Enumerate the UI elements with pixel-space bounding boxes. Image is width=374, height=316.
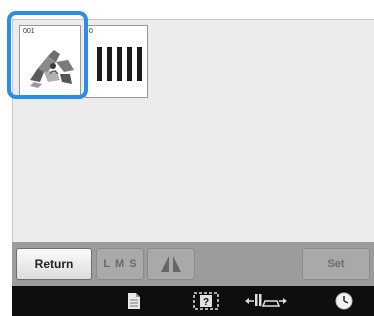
pattern-thumbnail-002[interactable]: 0 — [85, 25, 148, 98]
bottom-toolbar: Return L M S Set — [12, 242, 374, 286]
mirror-button[interactable] — [147, 248, 195, 280]
mirror-icon — [161, 256, 181, 272]
clock-icon[interactable] — [330, 290, 358, 312]
frame-help-icon[interactable]: ? — [192, 290, 220, 312]
size-button[interactable]: L M S — [96, 248, 144, 280]
return-button[interactable]: Return — [16, 248, 92, 280]
presser-foot-icon[interactable] — [242, 290, 290, 312]
page-icon[interactable] — [120, 290, 148, 312]
stripes-embroidery-icon — [97, 47, 142, 81]
selection-highlight — [7, 11, 88, 99]
status-bar: ? — [12, 286, 374, 316]
set-button[interactable]: Set — [302, 248, 370, 280]
pattern-number: 0 — [89, 28, 93, 35]
svg-text:?: ? — [203, 297, 209, 308]
